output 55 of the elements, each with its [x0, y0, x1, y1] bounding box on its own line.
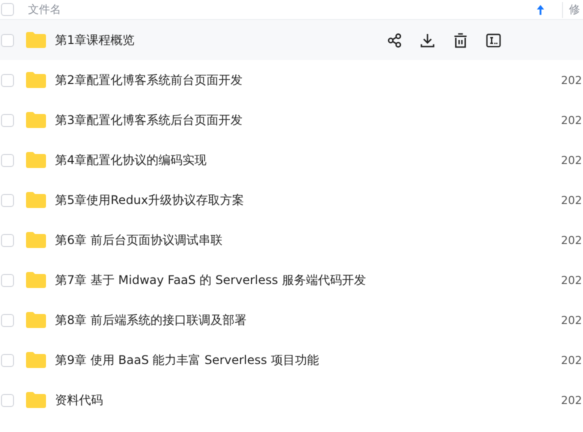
file-row[interactable]: 第7章 基于 Midway FaaS 的 Serverless 服务端代码开发 202 — [0, 260, 583, 300]
folder-name[interactable]: 第8章 前后端系统的接口联调及部署 — [55, 312, 246, 328]
row-checkbox[interactable] — [1, 354, 14, 366]
row-checkbox[interactable] — [1, 74, 14, 86]
folder-name[interactable]: 第6章 前后台页面协议调试串联 — [55, 232, 222, 248]
file-row[interactable]: 第3章配置化博客系统后台页面开发 202 — [0, 100, 583, 140]
modified-date: 202 — [561, 194, 582, 206]
file-row[interactable]: 第4章配置化协议的编码实现 202 — [0, 140, 583, 180]
row-checkbox[interactable] — [1, 154, 14, 166]
modified-date: 202 — [561, 234, 582, 246]
modified-date: 202 — [561, 354, 582, 366]
file-row[interactable]: 第6章 前后台页面协议调试串联 202 — [0, 220, 583, 260]
folder-icon — [26, 272, 46, 288]
row-checkbox[interactable] — [1, 34, 14, 46]
folder-name[interactable]: 第4章配置化协议的编码实现 — [55, 152, 207, 168]
sort-arrow-icon[interactable] — [536, 4, 545, 15]
row-checkbox[interactable] — [1, 274, 14, 286]
modified-date: 202 — [561, 154, 582, 166]
modified-date: 202 — [561, 274, 582, 286]
folder-icon — [26, 312, 46, 328]
modified-date: 202 — [561, 314, 582, 326]
folder-icon — [26, 112, 46, 128]
folder-icon — [26, 352, 46, 368]
file-row[interactable]: 第1章课程概览 — [0, 20, 583, 60]
folder-icon — [26, 72, 46, 88]
row-checkbox[interactable] — [1, 114, 14, 126]
row-checkbox[interactable] — [1, 394, 14, 406]
modified-date: 202 — [561, 74, 582, 86]
folder-name[interactable]: 第3章配置化博客系统后台页面开发 — [55, 112, 243, 128]
modified-date: 202 — [561, 114, 582, 126]
folder-icon — [26, 192, 46, 208]
folder-icon — [26, 232, 46, 248]
row-checkbox[interactable] — [1, 314, 14, 326]
modified-date: 202 — [561, 394, 582, 406]
share-icon[interactable] — [387, 32, 402, 48]
file-row[interactable]: 第2章配置化博客系统前台页面开发 202 — [0, 60, 583, 100]
folder-name[interactable]: 第7章 基于 Midway FaaS 的 Serverless 服务端代码开发 — [55, 272, 366, 288]
folder-name[interactable]: 第5章使用Redux升级协议存取方案 — [55, 192, 244, 208]
folder-name[interactable]: 第9章 使用 BaaS 能力丰富 Serverless 项目功能 — [55, 352, 319, 368]
folder-name[interactable]: 资料代码 — [55, 392, 103, 408]
file-row[interactable]: 第9章 使用 BaaS 能力丰富 Serverless 项目功能 202 — [0, 340, 583, 380]
file-row[interactable]: 第5章使用Redux升级协议存取方案 202 — [0, 180, 583, 220]
download-icon[interactable] — [420, 32, 435, 48]
row-checkbox[interactable] — [1, 234, 14, 246]
folder-icon — [26, 392, 46, 408]
rename-icon[interactable] — [486, 32, 501, 48]
folder-name[interactable]: 第2章配置化博客系统前台页面开发 — [55, 72, 243, 88]
delete-icon[interactable] — [453, 32, 468, 48]
select-all-checkbox[interactable] — [1, 3, 14, 16]
folder-icon — [26, 32, 46, 48]
folder-icon — [26, 152, 46, 168]
file-row[interactable]: 第8章 前后端系统的接口联调及部署 202 — [0, 300, 583, 340]
file-row[interactable]: 资料代码 202 — [0, 380, 583, 420]
folder-name[interactable]: 第1章课程概览 — [55, 32, 135, 48]
row-checkbox[interactable] — [1, 194, 14, 206]
